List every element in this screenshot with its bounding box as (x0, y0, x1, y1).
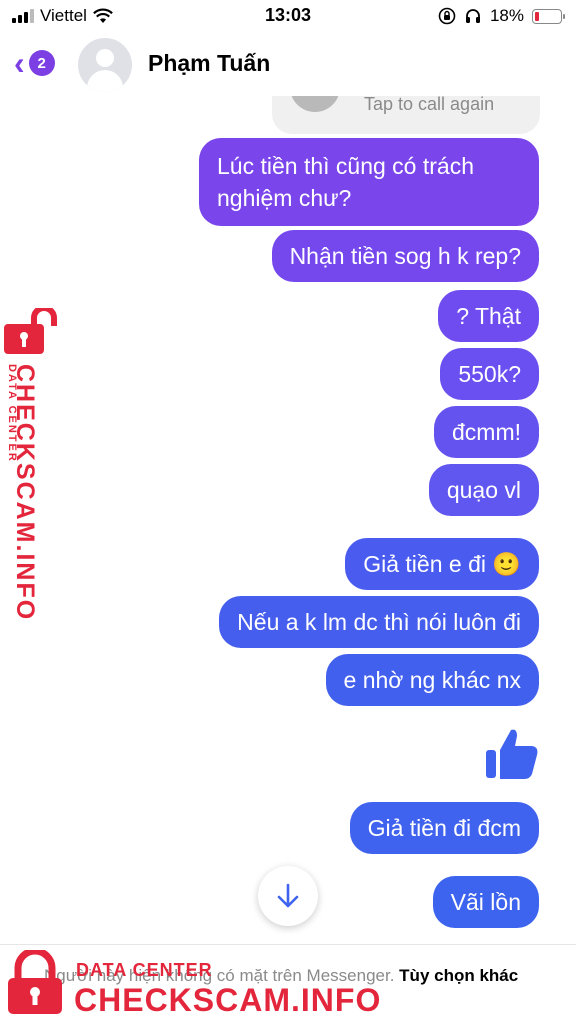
message-text-line: Lúc tiền thì cũng có trách (217, 153, 474, 179)
headphones-icon (465, 9, 480, 23)
message-bubble[interactable]: Giả tiền đi đcm (349, 802, 539, 854)
contact-name[interactable]: Phạm Tuấn (148, 50, 270, 77)
message-bubble[interactable]: Vãi lồn (432, 876, 539, 928)
message-bubble[interactable]: đcmm! (434, 406, 539, 458)
message-bubble[interactable]: Nếu a k lm dc thì nói luôn đi (219, 596, 539, 648)
message-bubble[interactable]: ? Thật (438, 290, 539, 342)
message-text-line: nghiệm chư? (217, 185, 352, 211)
unread-badge: 2 (28, 50, 55, 76)
arrow-down-icon (277, 883, 299, 908)
watermark-small-text: DATA CENTER (76, 960, 213, 980)
message-bubble[interactable]: Lúc tiền thì cũng có trách nghiệm chư? (199, 138, 539, 226)
padlock-icon (4, 308, 57, 354)
message-bubble[interactable]: e nhờ ng khác nx (325, 654, 539, 706)
call-again-label: Tap to call again (364, 94, 495, 114)
status-bar: Viettel 13:03 18% (0, 0, 576, 32)
chevron-left-icon: ‹ (14, 45, 25, 81)
status-right: 18% (438, 6, 565, 26)
padlock-icon (8, 950, 62, 1014)
thumbs-up-icon[interactable] (484, 726, 540, 782)
chat-header: ‹ 2 Phạm Tuấn (0, 32, 576, 96)
message-bubble[interactable]: Giả tiền e đi 🙂 (345, 538, 539, 590)
scroll-to-bottom-button[interactable] (258, 866, 318, 926)
side-watermark: DATA CENTER CHECKSCAM.INFO (4, 308, 62, 621)
avatar[interactable] (78, 38, 132, 92)
watermark-big-text: CHECKSCAM.INFO (11, 364, 39, 622)
message-bubble[interactable]: Nhận tiền sog h k rep? (271, 230, 539, 282)
battery-icon (532, 8, 565, 24)
orientation-lock-icon (438, 7, 456, 25)
message-bubble[interactable]: 550k? (440, 348, 539, 400)
message-bubble[interactable]: quạo vl (428, 464, 539, 516)
back-button[interactable]: ‹ 2 (14, 45, 55, 81)
battery-percent: 18% (489, 6, 524, 25)
more-options-link[interactable]: Tùy chọn khác (399, 966, 518, 985)
bottom-watermark: DATA CENTER CHECKSCAM.INFO (6, 950, 380, 1020)
watermark-big-text: CHECKSCAM.INFO (74, 982, 382, 1018)
